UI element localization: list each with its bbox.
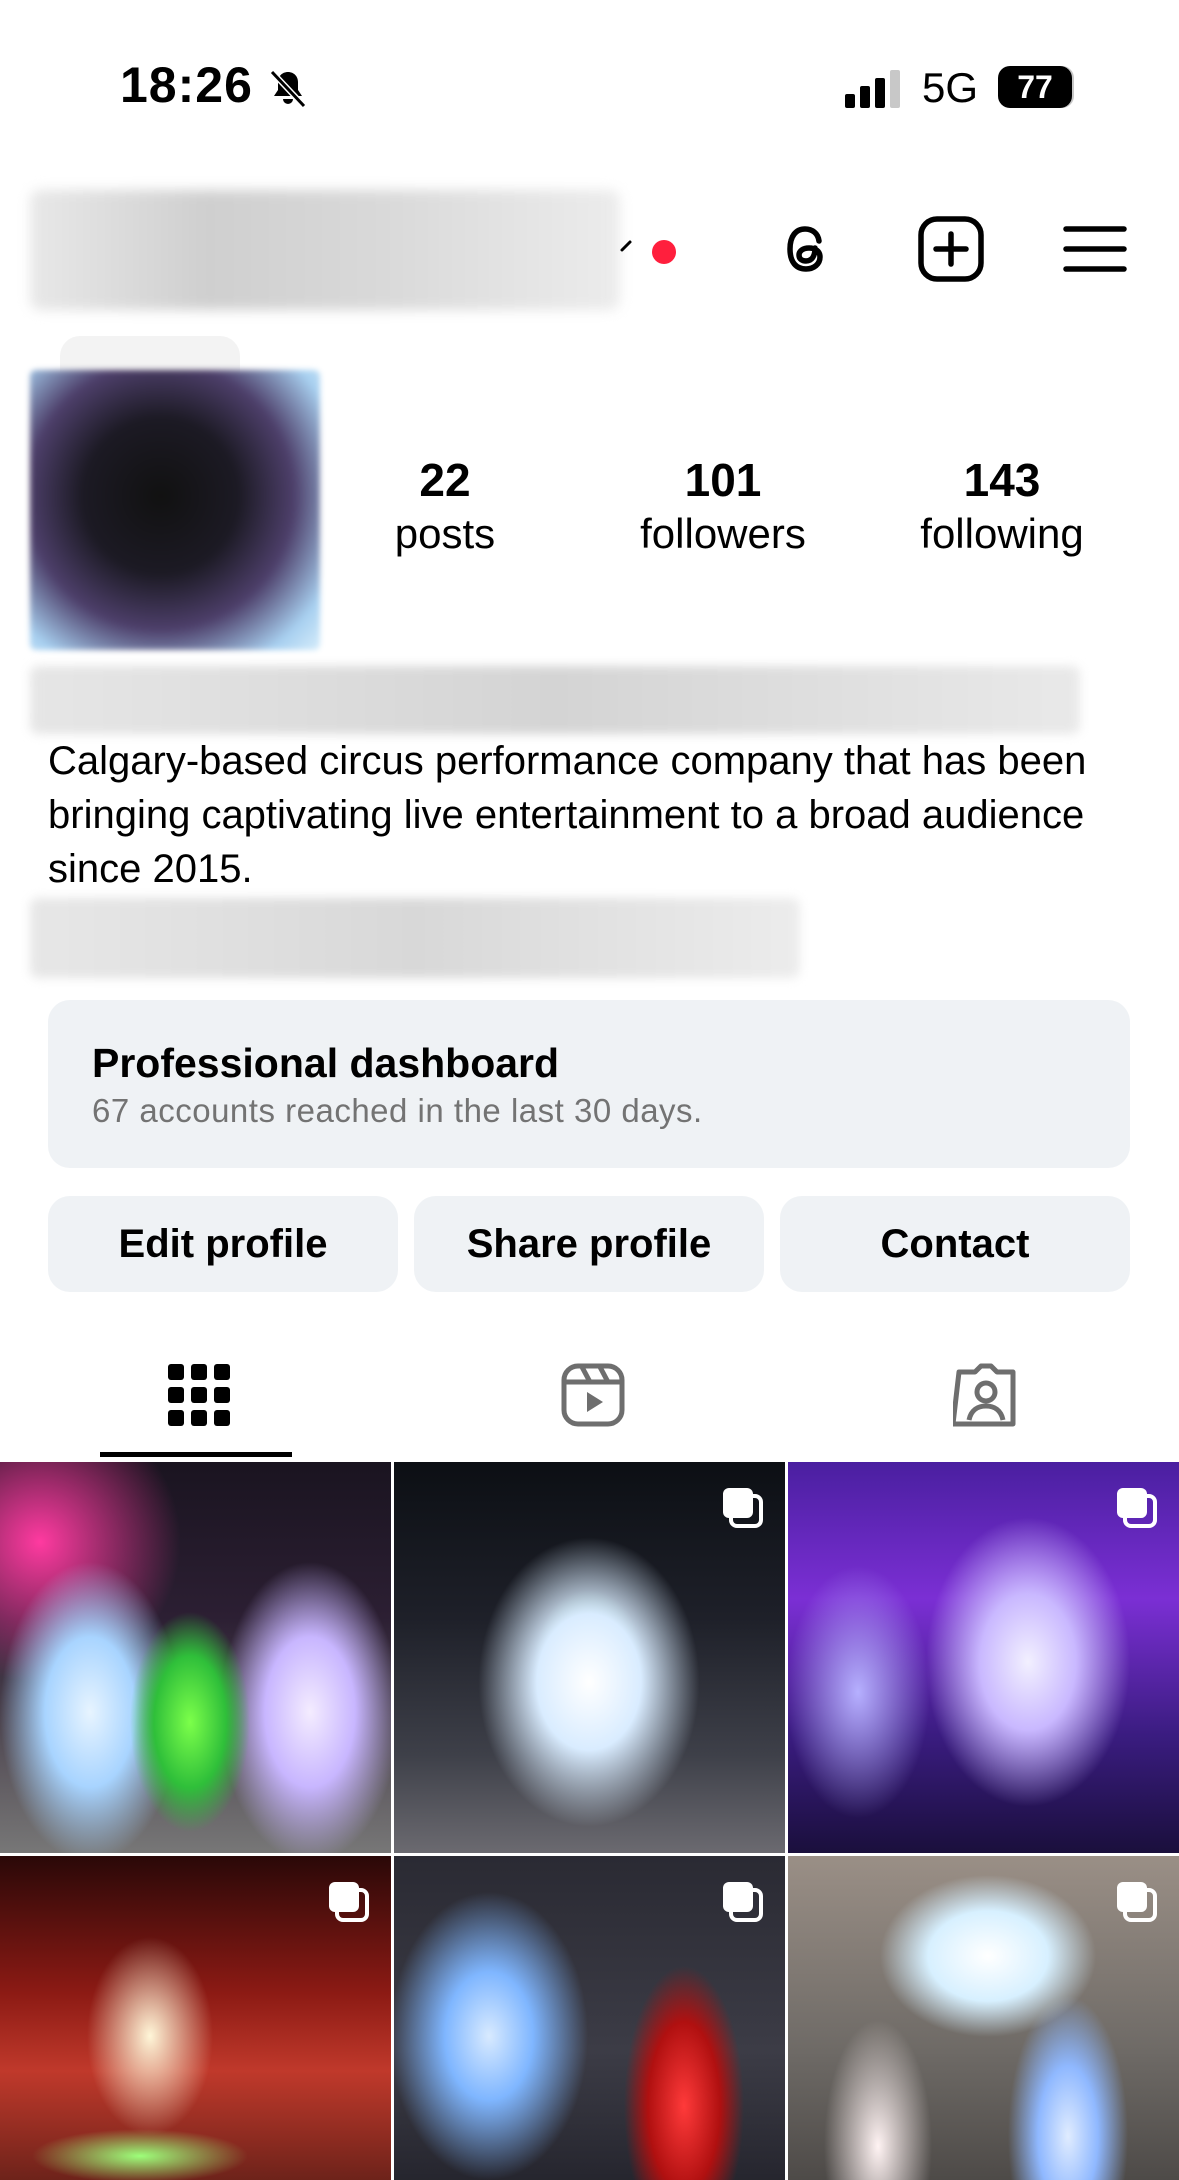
- grid-icon: [168, 1364, 230, 1426]
- chevron-down-icon[interactable]: [618, 236, 640, 258]
- post-thumbnail[interactable]: [0, 1856, 391, 2180]
- username-redacted[interactable]: [30, 190, 620, 310]
- posts-value: 22: [419, 454, 471, 506]
- status-time: 18:26: [120, 57, 253, 113]
- cellular-signal-icon: [845, 70, 900, 108]
- avatar[interactable]: [30, 370, 320, 650]
- carousel-icon: [1117, 1882, 1157, 1922]
- network-type: 5G: [922, 64, 979, 111]
- professional-dashboard[interactable]: Professional dashboard 67 accounts reach…: [48, 1000, 1130, 1168]
- status-bar: 18:26 5G 77: [0, 0, 1179, 180]
- following-label: following: [920, 510, 1084, 557]
- edit-profile-button[interactable]: Edit profile: [48, 1196, 398, 1292]
- menu-icon[interactable]: [1060, 214, 1130, 284]
- post-thumbnail[interactable]: [0, 1462, 391, 1853]
- tab-tagged[interactable]: [833, 1340, 1133, 1460]
- carousel-icon: [723, 1882, 763, 1922]
- following-count[interactable]: 143 following: [882, 452, 1122, 560]
- bell-muted-icon: [269, 69, 307, 109]
- contact-button[interactable]: Contact: [780, 1196, 1130, 1292]
- following-value: 143: [963, 454, 1041, 506]
- display-name-redacted: [30, 666, 1080, 734]
- share-profile-button[interactable]: Share profile: [414, 1196, 764, 1292]
- tagged-icon: [953, 1363, 1016, 1427]
- followers-count[interactable]: 101 followers: [603, 452, 843, 560]
- post-thumbnail[interactable]: [394, 1462, 785, 1853]
- tab-reels[interactable]: [440, 1340, 740, 1460]
- carousel-icon: [1117, 1488, 1157, 1528]
- carousel-icon: [329, 1882, 369, 1922]
- post-thumbnail[interactable]: [394, 1856, 785, 2180]
- followers-label: followers: [640, 510, 806, 557]
- active-tab-indicator: [100, 1452, 292, 1457]
- bio-text: Calgary-based circus performance company…: [48, 739, 1087, 891]
- post-thumbnail[interactable]: [788, 1462, 1179, 1853]
- threads-icon[interactable]: [772, 214, 842, 284]
- profile-link-redacted[interactable]: [30, 898, 800, 978]
- posts-label: posts: [394, 510, 496, 557]
- notification-dot: [652, 240, 676, 264]
- create-post-icon[interactable]: [916, 214, 986, 284]
- battery-level: 77: [998, 66, 1072, 108]
- reels-icon: [561, 1363, 625, 1427]
- carousel-icon: [723, 1488, 763, 1528]
- tab-grid[interactable]: [46, 1340, 346, 1460]
- battery-icon: 77: [998, 66, 1074, 108]
- dashboard-subtitle: 67 accounts reached in the last 30 days.: [92, 1092, 703, 1129]
- dashboard-title: Professional dashboard: [92, 1040, 560, 1086]
- post-thumbnail[interactable]: [788, 1856, 1179, 2180]
- posts-count[interactable]: 22 posts: [325, 452, 565, 560]
- followers-value: 101: [684, 454, 762, 506]
